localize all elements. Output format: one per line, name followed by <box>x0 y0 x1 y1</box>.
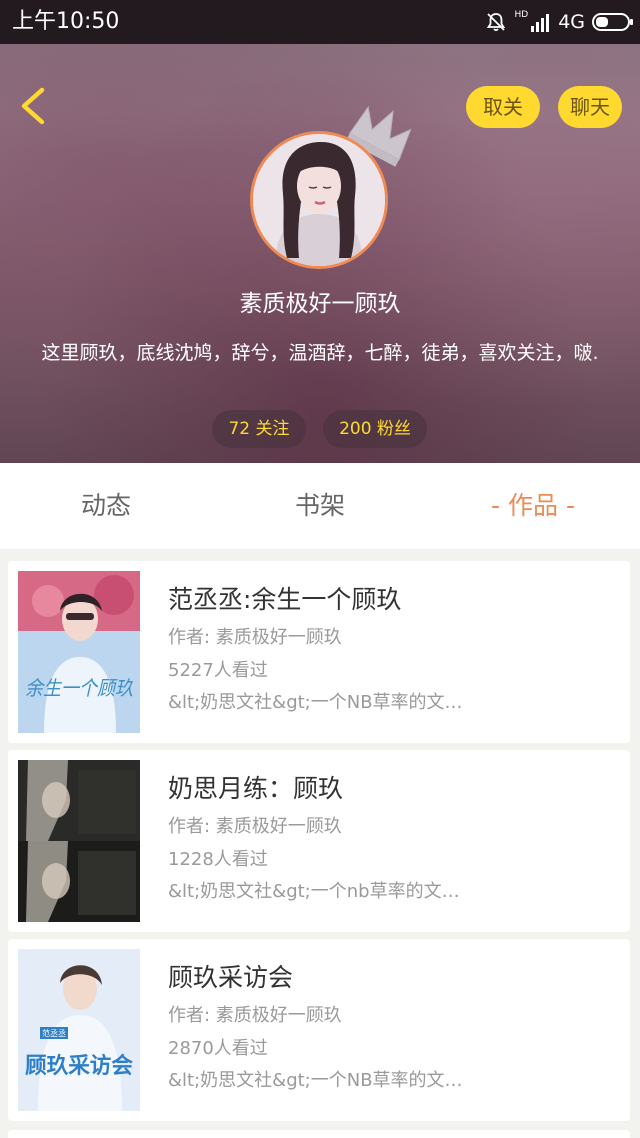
chevron-left-icon <box>21 87 45 125</box>
tab-works[interactable]: - 作品 - <box>462 463 604 549</box>
battery-icon <box>592 13 633 31</box>
work-description: &lt;奶思文社&gt;一个nb草率的文… <box>168 881 460 902</box>
following-count[interactable]: 72 关注 <box>212 410 306 448</box>
work-title: 奶思月练：顾玖 <box>168 774 344 803</box>
work-title: 范丞丞:余生一个顾玖 <box>168 585 402 614</box>
signal-icon <box>531 12 551 32</box>
work-card[interactable]: 余生一个顾玖 范丞丞:余生一个顾玖 作者: 素质极好一顾玖 5227人看过 &l… <box>8 561 630 743</box>
hd-label: HD <box>514 10 529 20</box>
work-description: &lt;奶思文社&gt;一个NB草率的文… <box>168 692 463 713</box>
bell-muted-icon <box>487 13 506 32</box>
status-time: 上午10:50 <box>12 9 120 34</box>
chat-button[interactable]: 聊天 <box>558 86 622 128</box>
work-views: 5227人看过 <box>168 660 268 681</box>
back-button[interactable] <box>14 84 54 128</box>
tab-dynamic[interactable]: 动态 <box>40 463 172 549</box>
work-card[interactable] <box>8 1130 630 1138</box>
followers-count[interactable]: 200 粉丝 <box>323 410 427 448</box>
work-cover: 余生一个顾玖 <box>18 571 140 733</box>
avatar[interactable] <box>250 131 388 269</box>
work-cover <box>18 760 140 922</box>
cover-title-text: 顾玖采访会 <box>25 1053 133 1079</box>
unfollow-button[interactable]: 取关 <box>466 86 540 128</box>
status-icons: HD 4G <box>478 8 633 36</box>
cover-title-text: 余生一个顾玖 <box>25 676 133 700</box>
work-author: 作者: 素质极好一顾玖 <box>168 1005 342 1026</box>
work-card[interactable]: 范丞丞 顾玖采访会 顾玖采访会 作者: 素质极好一顾玖 2870人看过 &lt;… <box>8 939 630 1121</box>
work-views: 1228人看过 <box>168 849 268 870</box>
tab-bookshelf[interactable]: 书架 <box>254 463 386 549</box>
work-title: 顾玖采访会 <box>168 963 294 992</box>
user-bio: 这里顾玖，底线沈鸠，辞兮，温酒辞，七醉，徒弟，喜欢关注，啵. <box>41 342 599 364</box>
work-author: 作者: 素质极好一顾玖 <box>168 627 342 648</box>
network-label: 4G <box>558 11 585 33</box>
work-author: 作者: 素质极好一顾玖 <box>168 816 342 837</box>
profile-tabs: 动态 书架 - 作品 - <box>0 463 640 549</box>
status-bar: 上午10:50 HD 4G <box>0 0 640 44</box>
work-cover: 范丞丞 顾玖采访会 <box>18 949 140 1111</box>
work-description: &lt;奶思文社&gt;一个NB草率的文… <box>168 1070 463 1091</box>
work-card[interactable]: 奶思月练：顾玖 作者: 素质极好一顾玖 1228人看过 &lt;奶思文社&gt;… <box>8 750 630 932</box>
work-views: 2870人看过 <box>168 1038 268 1059</box>
user-name: 素质极好一顾玖 <box>239 291 401 317</box>
profile-header: 上午10:50 HD 4G 取关 聊天 素质极好一顾玖 这里顾玖，底线沈鸠，辞兮… <box>0 0 640 463</box>
cover-badge-text: 范丞丞 <box>42 1028 66 1038</box>
